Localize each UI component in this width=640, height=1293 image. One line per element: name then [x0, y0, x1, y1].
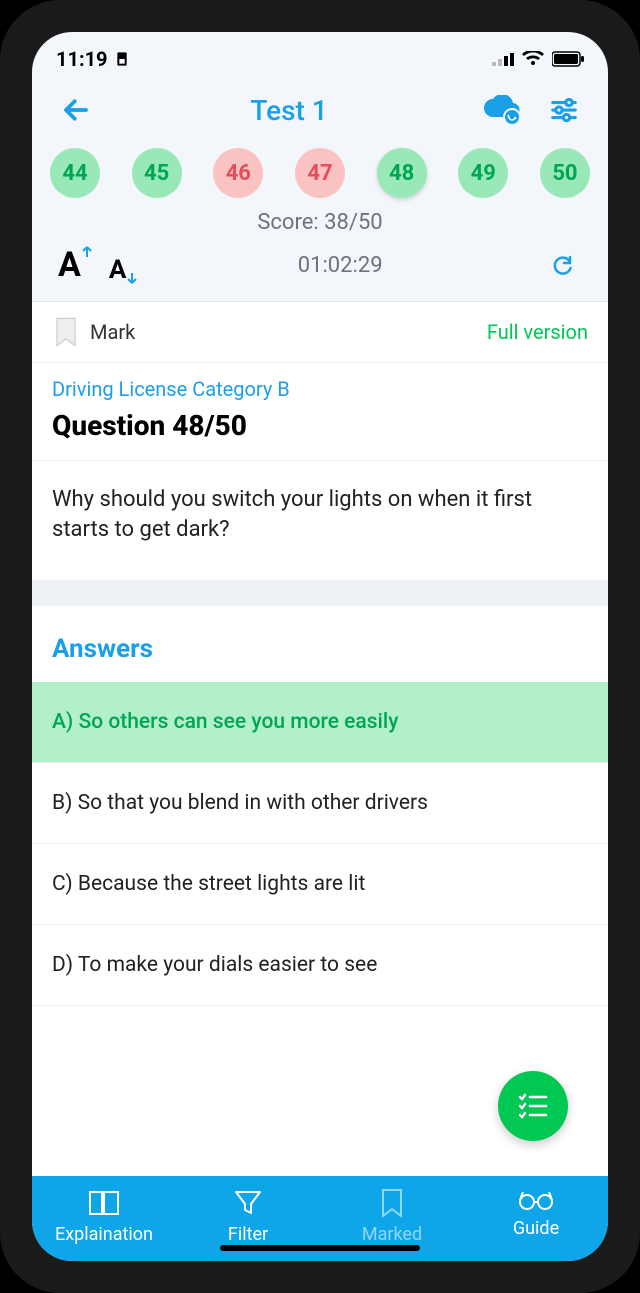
bookmark-icon — [52, 316, 80, 348]
answer-option[interactable]: B) So that you blend in with other drive… — [32, 763, 608, 844]
nav-label: Guide — [513, 1218, 559, 1239]
spacer — [32, 580, 608, 606]
question-pill[interactable]: 49 — [458, 148, 508, 198]
question-pill[interactable]: 47 — [295, 148, 345, 198]
font-increase-button[interactable]: A — [58, 245, 93, 285]
nav-label: Marked — [362, 1224, 422, 1245]
screen: 11:19 — [32, 32, 608, 1261]
arrow-up-icon — [81, 245, 93, 259]
mark-label: Mark — [90, 320, 135, 344]
sim-icon — [114, 51, 130, 67]
fab-button[interactable] — [498, 1071, 568, 1141]
content-area: Mark Full version Driving License Catego… — [32, 301, 608, 1176]
back-button[interactable] — [56, 90, 96, 130]
arrow-down-icon — [126, 271, 138, 285]
funnel-icon — [233, 1188, 263, 1218]
font-decrease-button[interactable]: A — [109, 255, 138, 285]
answer-option[interactable]: C) Because the street lights are lit — [32, 844, 608, 925]
cloud-sync-icon — [482, 95, 522, 125]
full-version-link[interactable]: Full version — [487, 320, 588, 344]
refresh-icon — [550, 253, 574, 277]
timer-label: 01:02:29 — [298, 253, 383, 278]
timer-row: A A 01:02:29 — [32, 245, 608, 301]
nav-marked[interactable]: Marked — [320, 1188, 464, 1245]
question-counter: Question 48/50 — [52, 409, 588, 442]
score-label: Score: 38/50 — [32, 206, 608, 245]
question-pill[interactable]: 48 — [377, 148, 427, 198]
settings-button[interactable] — [544, 90, 584, 130]
glasses-icon — [518, 1188, 554, 1212]
device-frame: 11:19 — [0, 0, 640, 1293]
status-time: 11:19 — [56, 47, 108, 71]
nav-label: Explaination — [55, 1224, 153, 1245]
bookmark-icon — [379, 1188, 405, 1218]
mark-row: Mark Full version — [32, 301, 608, 363]
header-actions — [482, 90, 584, 130]
font-size-controls: A A — [58, 245, 138, 285]
answers-heading: Answers — [32, 606, 608, 682]
nav-explanation[interactable]: Explaination — [32, 1188, 176, 1245]
question-pill[interactable]: 45 — [132, 148, 182, 198]
app-header: Test 1 — [32, 80, 608, 148]
page-title: Test 1 — [108, 94, 470, 127]
sliders-icon — [549, 95, 579, 125]
question-pill[interactable]: 44 — [50, 148, 100, 198]
answer-option[interactable]: D) To make your dials easier to see — [32, 925, 608, 1006]
home-indicator[interactable] — [220, 1245, 420, 1251]
status-time-group: 11:19 — [56, 47, 130, 71]
cellular-icon — [492, 52, 514, 66]
cloud-sync-button[interactable] — [482, 90, 522, 130]
status-bar: 11:19 — [32, 32, 608, 80]
question-card: Mark Full version Driving License Catego… — [32, 301, 608, 580]
question-pill[interactable]: 46 — [213, 148, 263, 198]
status-indicators — [492, 51, 584, 67]
nav-label: Filter — [228, 1224, 268, 1245]
category-label: Driving License Category B — [52, 377, 588, 401]
wifi-icon — [522, 51, 544, 67]
nav-filter[interactable]: Filter — [176, 1188, 320, 1245]
question-text: Why should you switch your lights on whe… — [32, 461, 608, 580]
question-meta: Driving License Category B Question 48/5… — [32, 363, 608, 461]
mark-button[interactable]: Mark — [52, 316, 135, 348]
answer-option[interactable]: A) So others can see you more easily — [32, 682, 608, 763]
answers-list: A) So others can see you more easilyB) S… — [32, 682, 608, 1006]
question-strip[interactable]: 44 45 46 47 48 49 50 — [32, 148, 608, 206]
arrow-left-icon — [61, 95, 91, 125]
refresh-button[interactable] — [542, 245, 582, 285]
nav-guide[interactable]: Guide — [464, 1188, 608, 1245]
checklist-icon — [516, 1091, 550, 1121]
book-icon — [87, 1188, 121, 1218]
battery-icon — [552, 51, 584, 67]
question-pill[interactable]: 50 — [540, 148, 590, 198]
device-notch — [170, 0, 470, 32]
